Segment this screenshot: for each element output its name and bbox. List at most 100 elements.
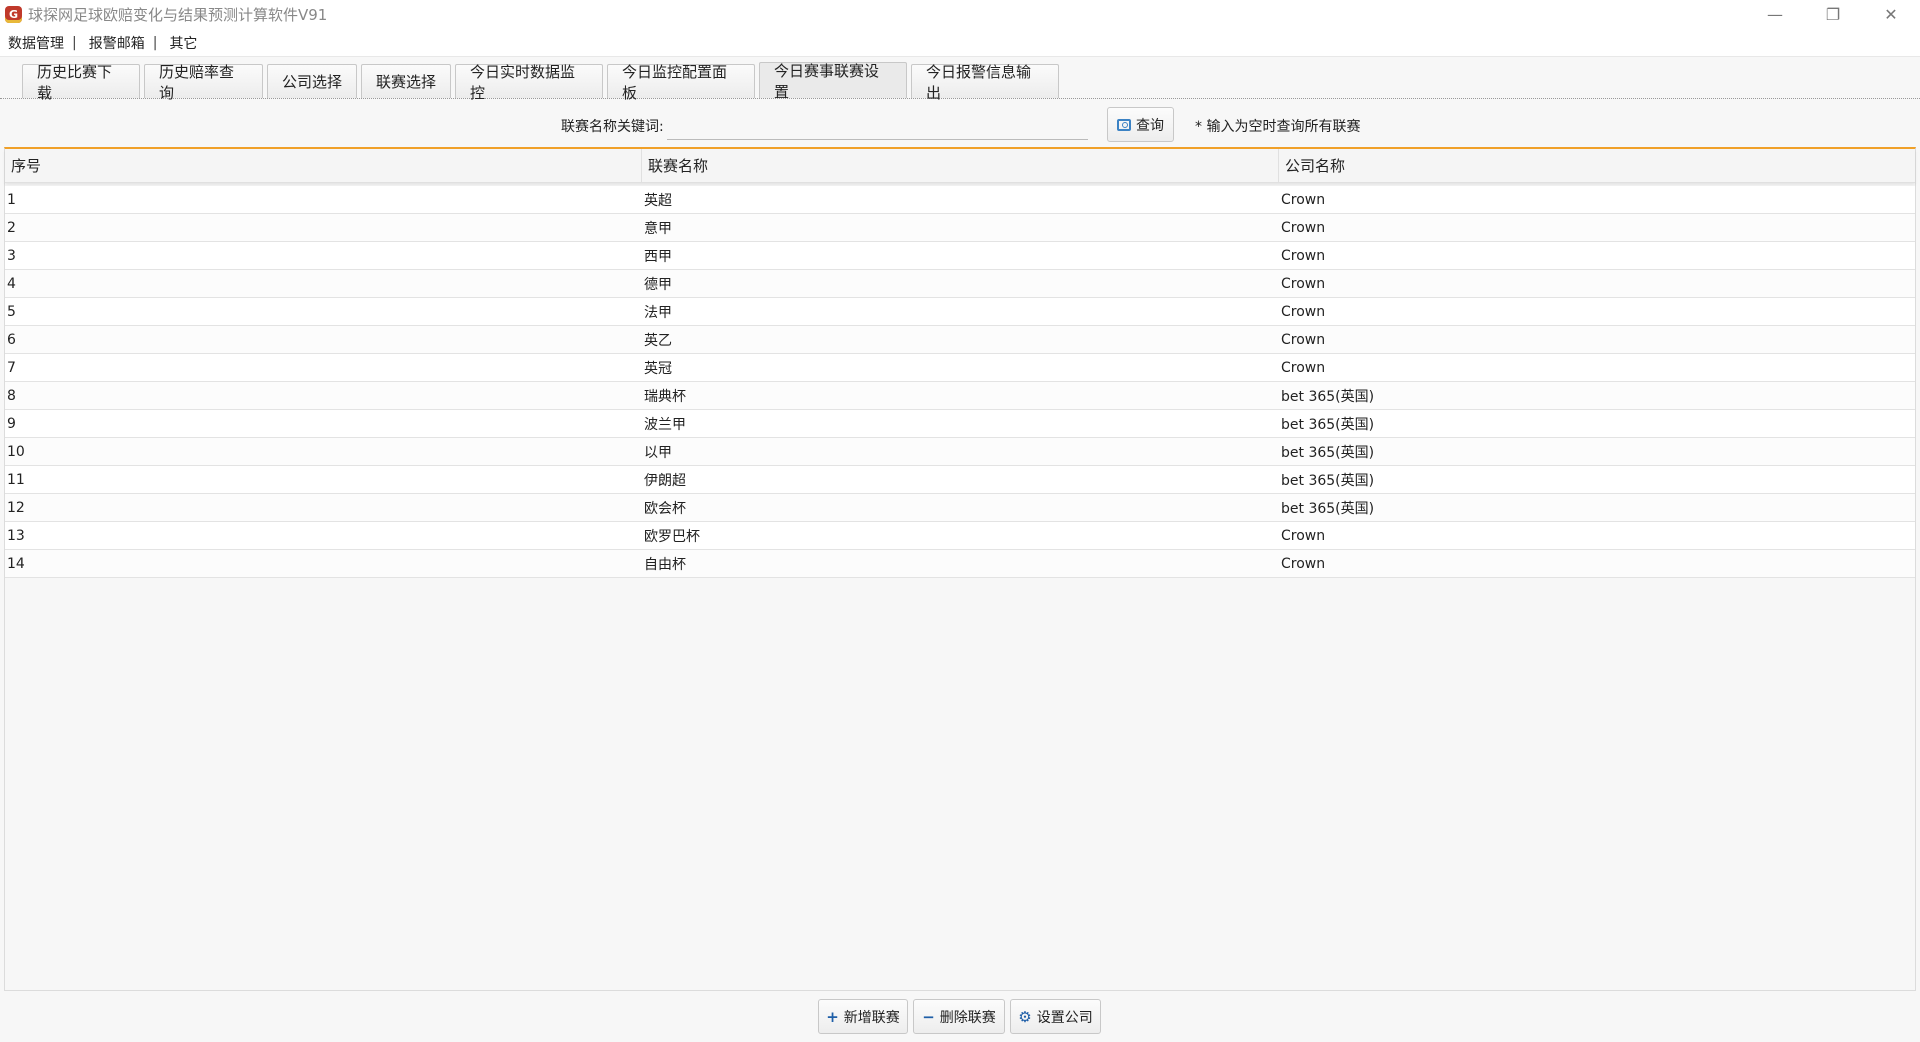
menu-data-management[interactable]: 数据管理 bbox=[8, 33, 64, 53]
table-row[interactable]: 5 法甲 Crown bbox=[5, 298, 1915, 326]
league-keyword-input[interactable] bbox=[667, 110, 1088, 140]
minimize-icon[interactable]: — bbox=[1746, 0, 1804, 29]
tab-league-select[interactable]: 联赛选择 bbox=[361, 64, 451, 98]
cell-league: 意甲 bbox=[644, 220, 672, 237]
action-bar: + 新增联赛 − 删除联赛 ⚙ 设置公司 bbox=[0, 996, 1920, 1036]
window-controls: — ❐ ✕ bbox=[1746, 0, 1920, 29]
cell-index: 12 bbox=[7, 499, 25, 516]
cell-league: 波兰甲 bbox=[644, 416, 686, 433]
cell-index: 11 bbox=[7, 471, 25, 488]
table-row[interactable]: 12 欧会杯 bet 365(英国) bbox=[5, 494, 1915, 522]
app-logo-icon: G bbox=[5, 6, 22, 23]
tab-bar: 历史比赛下载 历史赔率查询 公司选择 联赛选择 今日实时数据监控 今日监控配置面… bbox=[0, 58, 1920, 102]
delete-league-button[interactable]: − 删除联赛 bbox=[913, 999, 1005, 1034]
cell-index: 6 bbox=[7, 331, 16, 348]
cell-league: 英超 bbox=[644, 192, 672, 209]
table-row[interactable]: 13 欧罗巴杯 Crown bbox=[5, 522, 1915, 550]
cell-league: 英冠 bbox=[644, 360, 672, 377]
cell-company: Crown bbox=[1281, 359, 1326, 376]
cell-league: 欧罗巴杯 bbox=[644, 528, 700, 545]
tab-realtime-monitor[interactable]: 今日实时数据监控 bbox=[455, 63, 603, 102]
title-bar: G 球探网足球欧赔变化与结果预测计算软件V91 — ❐ ✕ bbox=[0, 0, 1920, 29]
table-row[interactable]: 8 瑞典杯 bet 365(英国) bbox=[5, 382, 1915, 410]
tab-alert-output[interactable]: 今日报警信息输出 bbox=[911, 63, 1059, 102]
cell-company: Crown bbox=[1281, 191, 1326, 208]
cell-company: bet 365(英国) bbox=[1281, 472, 1375, 489]
table-row[interactable]: 14 自由杯 Crown bbox=[5, 550, 1915, 578]
cell-league: 德甲 bbox=[644, 276, 672, 293]
column-header-company[interactable]: 公司名称 bbox=[1279, 149, 1915, 182]
cell-company: Crown bbox=[1281, 555, 1326, 572]
table-header: 序号 联赛名称 公司名称 bbox=[5, 149, 1915, 183]
table-row[interactable]: 3 西甲 Crown bbox=[5, 242, 1915, 270]
table-row[interactable]: 10 以甲 bet 365(英国) bbox=[5, 438, 1915, 466]
search-hint: * 输入为空时查询所有联赛 bbox=[1195, 119, 1361, 135]
table-row[interactable]: 4 德甲 Crown bbox=[5, 270, 1915, 298]
cell-league: 西甲 bbox=[644, 248, 672, 265]
set-company-button[interactable]: ⚙ 设置公司 bbox=[1010, 999, 1101, 1034]
tab-monitor-config[interactable]: 今日监控配置面板 bbox=[607, 63, 755, 102]
cell-company: Crown bbox=[1281, 303, 1326, 320]
cell-index: 7 bbox=[7, 359, 16, 376]
tab-company-select[interactable]: 公司选择 bbox=[267, 64, 357, 98]
league-table: 序号 联赛名称 公司名称 1 英超 Crown 2 意甲 Crown 3 西甲 Crown 4 德甲… bbox=[4, 147, 1916, 991]
cell-index: 10 bbox=[7, 443, 25, 460]
window-title: 球探网足球欧赔变化与结果预测计算软件V91 bbox=[28, 6, 328, 24]
menu-separator: | bbox=[152, 34, 158, 51]
search-row: 联赛名称关键词: 查询 * 输入为空时查询所有联赛 bbox=[0, 100, 1920, 147]
cell-index: 2 bbox=[7, 219, 16, 236]
cell-company: Crown bbox=[1281, 275, 1326, 292]
table-row[interactable]: 6 英乙 Crown bbox=[5, 326, 1915, 354]
cell-company: Crown bbox=[1281, 527, 1326, 544]
image-search-icon bbox=[1117, 118, 1131, 131]
set-company-label: 设置公司 bbox=[1036, 1009, 1093, 1026]
table-row[interactable]: 11 伊朗超 bet 365(英国) bbox=[5, 466, 1915, 494]
close-icon[interactable]: ✕ bbox=[1862, 0, 1920, 29]
menu-separator: | bbox=[72, 34, 77, 51]
cell-league: 法甲 bbox=[644, 304, 672, 321]
cell-index: 8 bbox=[7, 387, 16, 404]
query-button[interactable]: 查询 bbox=[1107, 107, 1174, 142]
cell-company: bet 365(英国) bbox=[1281, 388, 1375, 405]
cell-company: Crown bbox=[1281, 331, 1326, 348]
table-row[interactable]: 1 英超 Crown bbox=[5, 186, 1915, 214]
table-body: 1 英超 Crown 2 意甲 Crown 3 西甲 Crown 4 德甲 Crown 5 法甲 Crown… bbox=[5, 186, 1915, 578]
cell-company: Crown bbox=[1281, 247, 1326, 264]
cell-league: 欧会杯 bbox=[644, 500, 686, 517]
column-header-league[interactable]: 联赛名称 bbox=[642, 149, 1279, 182]
cell-league: 以甲 bbox=[644, 444, 672, 461]
delete-league-label: 删除联赛 bbox=[939, 1009, 996, 1026]
cell-index: 14 bbox=[7, 555, 25, 572]
add-league-label: 新增联赛 bbox=[843, 1009, 900, 1026]
add-league-button[interactable]: + 新增联赛 bbox=[818, 999, 908, 1034]
tab-history-odds[interactable]: 历史赔率查询 bbox=[144, 63, 263, 102]
app-window: G 球探网足球欧赔变化与结果预测计算软件V91 — ❐ ✕ 数据管理 | 报警邮… bbox=[0, 0, 1920, 1042]
cell-company: bet 365(英国) bbox=[1281, 444, 1375, 461]
table-row[interactable]: 7 英冠 Crown bbox=[5, 354, 1915, 382]
menu-other[interactable]: 其它 bbox=[169, 33, 197, 53]
menu-bar: 数据管理 | 报警邮箱 | 其它 bbox=[0, 29, 1920, 57]
cell-league: 瑞典杯 bbox=[644, 388, 686, 405]
menu-alert-email[interactable]: 报警邮箱 bbox=[89, 33, 145, 53]
cell-index: 9 bbox=[7, 415, 16, 432]
search-label: 联赛名称关键词: bbox=[561, 119, 664, 135]
cell-index: 13 bbox=[7, 527, 25, 544]
tab-history-download[interactable]: 历史比赛下载 bbox=[22, 63, 140, 102]
column-header-index[interactable]: 序号 bbox=[5, 149, 642, 182]
cell-index: 5 bbox=[7, 303, 16, 320]
table-row[interactable]: 9 波兰甲 bet 365(英国) bbox=[5, 410, 1915, 438]
minus-icon: − bbox=[922, 1007, 935, 1026]
cell-index: 1 bbox=[7, 191, 16, 208]
cell-league: 英乙 bbox=[644, 332, 672, 349]
restore-icon[interactable]: ❐ bbox=[1804, 0, 1862, 29]
cell-index: 4 bbox=[7, 275, 16, 292]
cell-league: 自由杯 bbox=[644, 556, 686, 573]
gear-icon: ⚙ bbox=[1018, 1007, 1032, 1026]
cell-league: 伊朗超 bbox=[644, 472, 686, 489]
cell-company: bet 365(英国) bbox=[1281, 416, 1375, 433]
tab-league-settings[interactable]: 今日赛事联赛设置 bbox=[759, 62, 907, 101]
plus-icon: + bbox=[826, 1007, 839, 1026]
table-row[interactable]: 2 意甲 Crown bbox=[5, 214, 1915, 242]
cell-index: 3 bbox=[7, 247, 16, 264]
cell-company: Crown bbox=[1281, 219, 1326, 236]
